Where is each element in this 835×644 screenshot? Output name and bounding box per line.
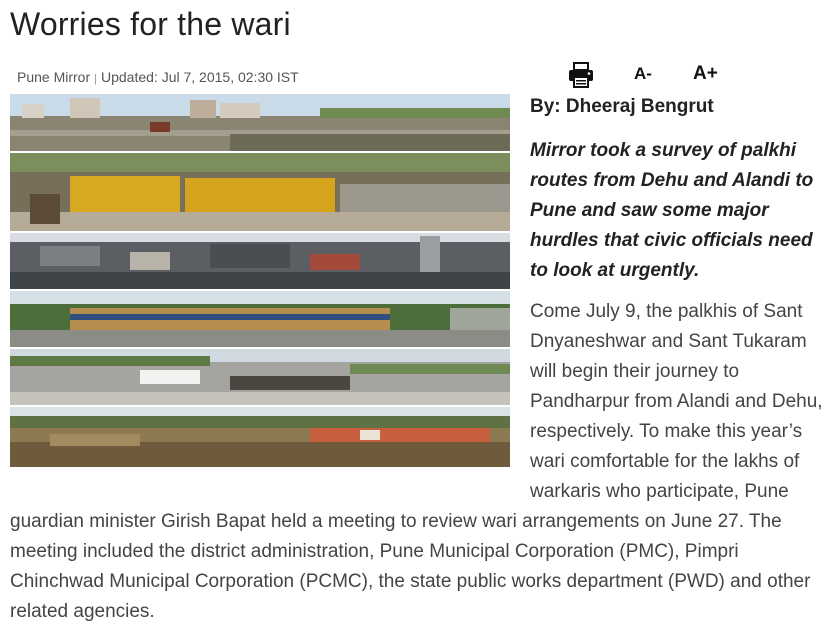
photo-wrap-spacer xyxy=(10,297,530,507)
source-name: Pune Mirror xyxy=(17,69,91,85)
article-body: Come July 9, the palkhis of Sant Dnyanes… xyxy=(10,297,830,627)
article-intro: Mirror took a survey of palkhi routes fr… xyxy=(530,140,814,281)
article-meta: Pune Mirror | Updated: Jul 7, 2015, 02:30 … xyxy=(17,69,299,85)
meta-separator: | xyxy=(94,73,97,85)
photo-strip-road-buildings xyxy=(10,94,510,152)
printer-icon xyxy=(569,62,593,88)
photo-strip-traffic xyxy=(10,232,510,290)
photo-strip-garbage-bins xyxy=(10,152,510,232)
article-headline: Worries for the wari xyxy=(10,6,291,42)
decrease-font-button[interactable]: A- xyxy=(634,62,652,86)
print-button[interactable] xyxy=(567,62,595,88)
article-byline: By: Dheeraj Bengrut xyxy=(530,96,714,117)
increase-font-button[interactable]: A+ xyxy=(693,62,718,86)
updated-timestamp: Updated: Jul 7, 2015, 02:30 IST xyxy=(101,69,299,85)
